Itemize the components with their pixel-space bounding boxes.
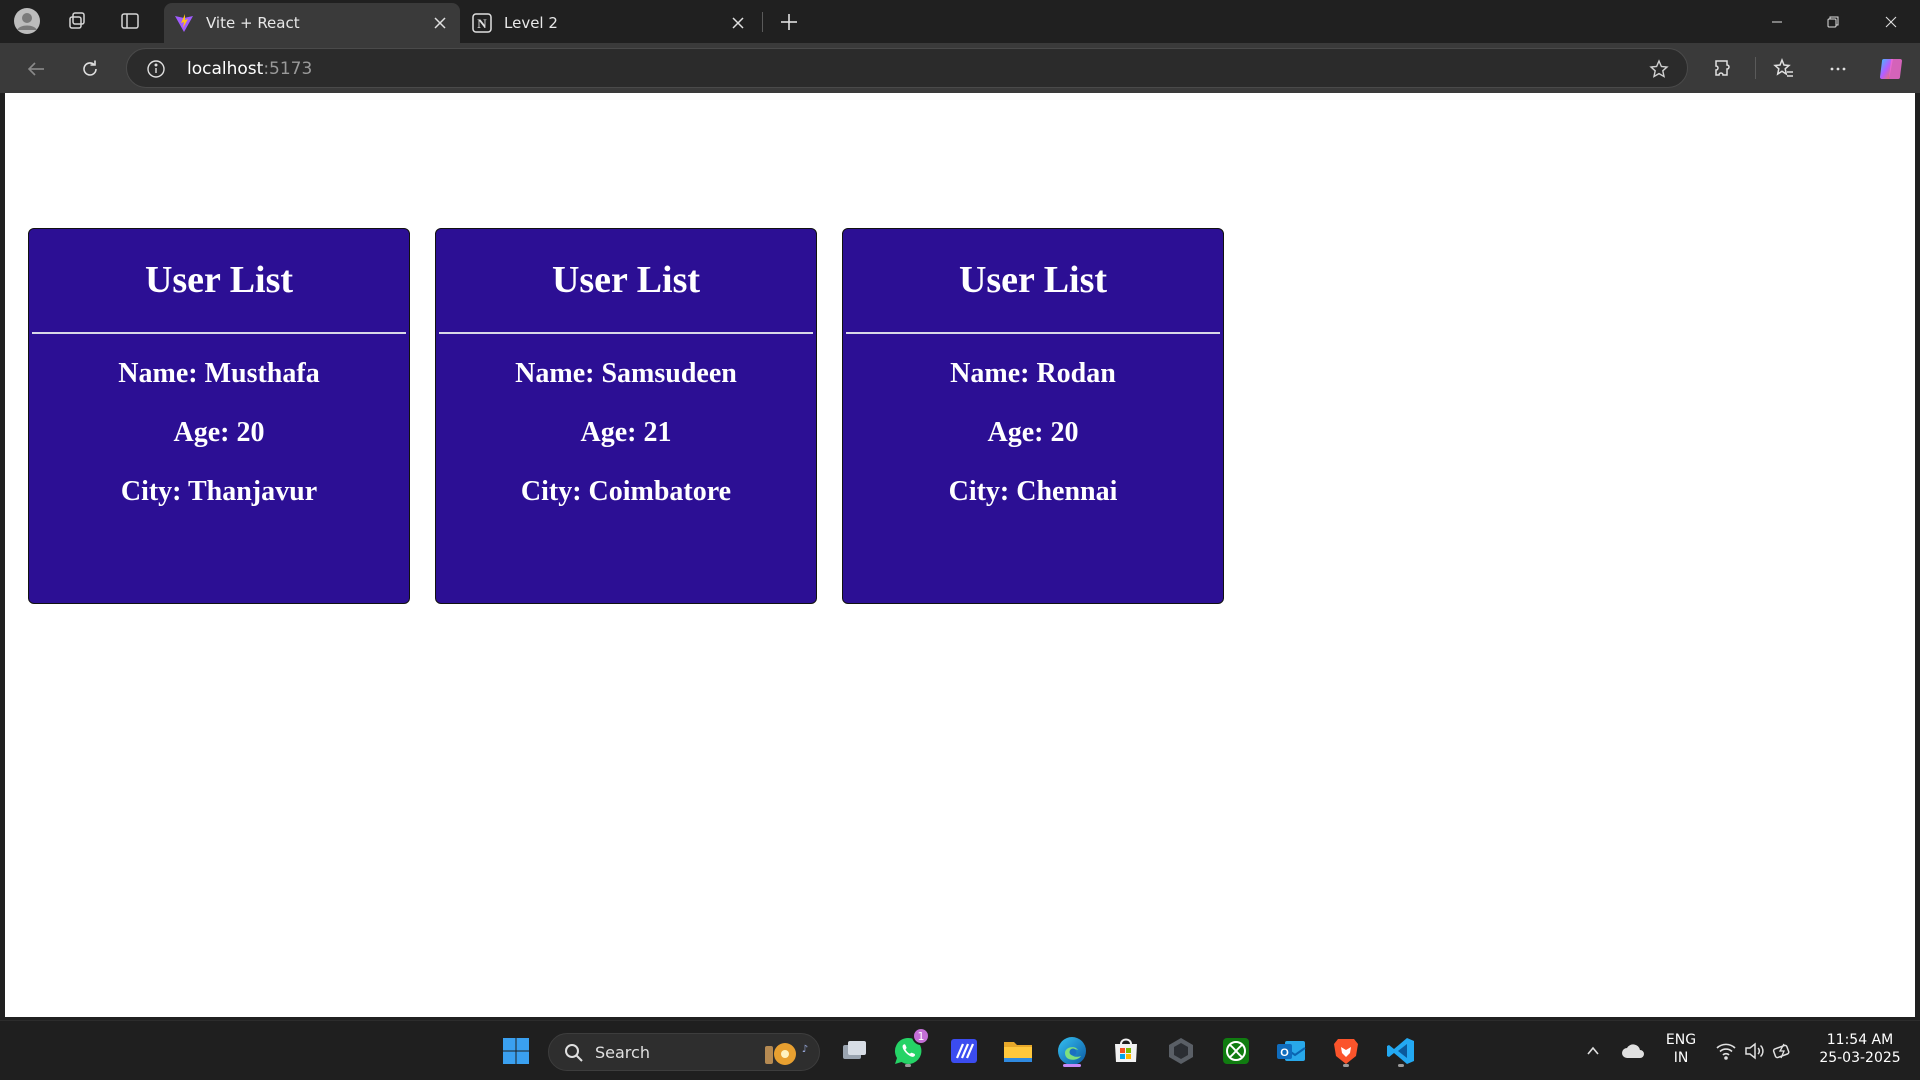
running-indicator [1398, 1064, 1404, 1067]
profile-avatar-icon[interactable] [12, 7, 42, 35]
refresh-icon[interactable] [74, 53, 106, 85]
back-icon[interactable] [20, 53, 52, 85]
user-name: Name: Musthafa [118, 358, 320, 389]
favorites-icon[interactable] [1768, 53, 1800, 85]
favorite-star-icon[interactable] [1647, 57, 1671, 81]
user-city: City: Coimbatore [520, 476, 732, 507]
tab-title: Level 2 [504, 14, 558, 32]
file-explorer-icon[interactable] [998, 1031, 1038, 1071]
card-title: User List [958, 259, 1108, 301]
close-tab-icon[interactable] [428, 11, 452, 35]
browser-title-bar: Vite + React N Level 2 [0, 0, 1920, 43]
brave-browser-icon[interactable] [1326, 1031, 1366, 1071]
tab-separator [762, 12, 763, 32]
minimize-icon[interactable] [1748, 0, 1806, 43]
user-age: Age: 20 [173, 417, 265, 448]
user-city: City: Chennai [948, 476, 1118, 507]
svg-text:♪: ♪ [802, 1044, 808, 1055]
microsoft-store-icon[interactable] [1106, 1031, 1146, 1071]
active-app-indicator [1063, 1064, 1081, 1067]
clock-time: 11:54 AM [1826, 1032, 1894, 1048]
card-divider [32, 332, 406, 334]
whatsapp-icon[interactable]: 1 [888, 1027, 930, 1071]
edge-browser-icon[interactable] [1052, 1031, 1092, 1071]
taskbar-search[interactable]: Search ♪ [548, 1033, 820, 1071]
running-indicator [905, 1064, 911, 1067]
tab-title: Vite + React [206, 14, 300, 32]
toolbar-divider [1755, 57, 1756, 79]
url-host: localhost [187, 59, 264, 79]
tab-vite-react[interactable]: Vite + React [164, 3, 460, 43]
user-card: User List Name: Rodan Age: 20 City: Chen… [842, 228, 1224, 604]
user-card-list: User List Name: Musthafa Age: 20 City: T… [28, 228, 1224, 604]
card-divider [439, 332, 813, 334]
user-age: Age: 21 [580, 417, 672, 448]
wifi-icon [1716, 1042, 1736, 1060]
search-label: Search [595, 1043, 650, 1062]
close-tab-icon[interactable] [726, 11, 750, 35]
notes-app-icon[interactable] [944, 1031, 984, 1071]
onedrive-cloud-icon[interactable] [1613, 1031, 1653, 1071]
battery-icon [1772, 1042, 1794, 1060]
system-status-group[interactable] [1707, 1031, 1803, 1071]
site-info-icon[interactable] [145, 58, 167, 80]
svg-text:N: N [477, 16, 487, 31]
unity-hub-icon[interactable] [1161, 1031, 1201, 1071]
user-name: Name: Rodan [950, 358, 1116, 389]
user-card: User List Name: Samsudeen Age: 21 City: … [435, 228, 817, 604]
workspaces-icon[interactable] [62, 7, 92, 35]
user-city: City: Thanjavur [120, 476, 318, 507]
vertical-tabs-icon[interactable] [115, 7, 145, 35]
chevron-up-icon[interactable] [1573, 1031, 1613, 1071]
language-indicator[interactable]: ENG IN [1660, 1031, 1702, 1067]
clock[interactable]: 11:54 AM 25-03-2025 [1810, 1031, 1910, 1067]
card-divider [846, 332, 1220, 334]
browser-toolbar: localhost:5173 [0, 43, 1920, 93]
outlook-icon[interactable]: O [1271, 1031, 1311, 1071]
volume-icon [1744, 1042, 1764, 1060]
tab-level-2[interactable]: N Level 2 [462, 3, 758, 43]
user-card: User List Name: Musthafa Age: 20 City: T… [28, 228, 410, 604]
search-icon [563, 1042, 585, 1064]
url-text: localhost:5173 [187, 59, 312, 79]
new-tab-icon[interactable] [773, 8, 805, 36]
url-port: :5173 [263, 59, 313, 79]
card-title: User List [551, 259, 701, 301]
task-view-icon[interactable] [834, 1031, 874, 1071]
svg-text:O: O [1280, 1047, 1289, 1059]
language-code: ENG [1665, 1032, 1697, 1048]
region-code: IN [1673, 1050, 1689, 1066]
windows-start-icon[interactable] [496, 1031, 536, 1071]
address-bar[interactable]: localhost:5173 [126, 48, 1688, 88]
card-title: User List [144, 259, 294, 301]
extensions-icon[interactable] [1708, 53, 1740, 85]
restore-icon[interactable] [1804, 0, 1862, 43]
search-highlight-icon: ♪ [757, 1038, 813, 1068]
notion-icon: N [472, 13, 492, 33]
clock-date: 25-03-2025 [1819, 1050, 1901, 1066]
notification-badge: 1 [912, 1027, 930, 1045]
windows-taskbar: Search ♪ 1 O ENG IN 11:54 AM 25-03-2025 [0, 1020, 1920, 1080]
more-menu-icon[interactable] [1822, 53, 1854, 85]
user-age: Age: 20 [987, 417, 1079, 448]
vite-icon [174, 13, 194, 33]
user-name: Name: Samsudeen [515, 358, 737, 389]
vscode-icon[interactable] [1381, 1031, 1421, 1071]
close-window-icon[interactable] [1862, 0, 1920, 43]
xbox-icon[interactable] [1216, 1031, 1256, 1071]
running-indicator [1343, 1064, 1349, 1067]
copilot-icon[interactable] [1876, 53, 1908, 85]
page-viewport: User List Name: Musthafa Age: 20 City: T… [5, 93, 1915, 1017]
